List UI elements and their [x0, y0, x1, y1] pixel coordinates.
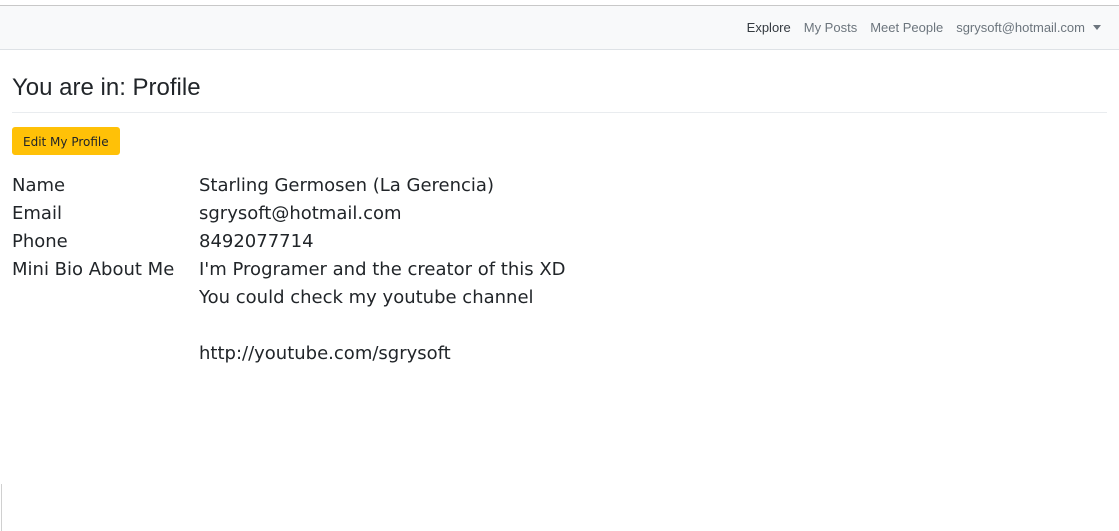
name-label: Name [12, 175, 66, 196]
profile-details: Name Starling Germosen (La Gerencia) Ema… [12, 172, 1107, 368]
phone-value: 8492077714 [199, 231, 314, 252]
caret-down-icon [1093, 25, 1101, 30]
profile-row-phone: Phone 8492077714 [12, 228, 1107, 256]
bio-line: You could check my youtube channel [199, 287, 534, 308]
bio-label: Mini Bio About Me [12, 259, 175, 280]
bio-line-blank [199, 312, 1107, 340]
bio-line: I'm Programer and the creator of this XD [199, 259, 566, 280]
edit-profile-button[interactable]: Edit My Profile [12, 127, 120, 155]
email-label: Email [12, 203, 62, 224]
nav-explore[interactable]: Explore [747, 20, 791, 35]
main-content: You are in: Profile Edit My Profile Name… [0, 74, 1119, 368]
profile-row-bio: Mini Bio About Me I'm Programer and the … [12, 256, 1107, 368]
top-navbar: Explore My Posts Meet People sgrysoft@ho… [0, 6, 1119, 50]
email-value: sgrysoft@hotmail.com [199, 203, 402, 224]
profile-row-name: Name Starling Germosen (La Gerencia) [12, 172, 1107, 200]
nav-my-posts[interactable]: My Posts [804, 20, 857, 35]
bio-value: I'm Programer and the creator of this XD… [199, 256, 1107, 368]
profile-row-email: Email sgrysoft@hotmail.com [12, 200, 1107, 228]
title-divider [12, 112, 1107, 113]
user-menu-dropdown[interactable]: sgrysoft@hotmail.com [956, 20, 1101, 35]
phone-label: Phone [12, 231, 68, 252]
user-menu-label: sgrysoft@hotmail.com [956, 20, 1085, 35]
page-title: You are in: Profile [12, 74, 201, 101]
name-value: Starling Germosen (La Gerencia) [199, 175, 494, 196]
window-left-edge [1, 484, 2, 531]
nav-meet-people[interactable]: Meet People [870, 20, 943, 35]
bio-youtube-link: http://youtube.com/sgrysoft [199, 343, 451, 364]
